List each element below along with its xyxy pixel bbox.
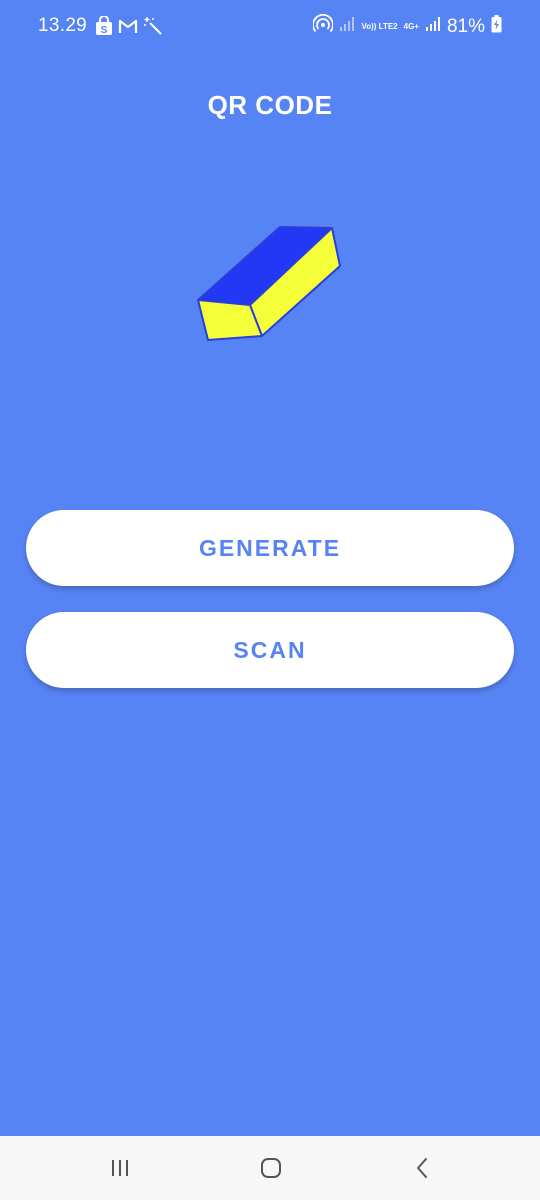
app-logo bbox=[190, 220, 350, 355]
status-bar: 13.29 S Vo)) LTE2 4G+ 81% bbox=[0, 0, 540, 54]
network-type-label: 4G+ bbox=[403, 21, 419, 31]
volte-lte2-label: Vo)) LTE2 bbox=[361, 21, 398, 31]
navigation-bar bbox=[0, 1136, 540, 1200]
status-notification-icons: S bbox=[95, 15, 163, 41]
gmail-icon bbox=[118, 18, 138, 39]
recent-apps-icon[interactable] bbox=[105, 1153, 135, 1183]
hotspot-icon bbox=[312, 13, 335, 39]
page-title: QR CODE bbox=[207, 90, 333, 120]
shopping-bag-icon: S bbox=[95, 15, 113, 41]
home-icon[interactable] bbox=[256, 1153, 286, 1183]
scan-button[interactable]: SCAN bbox=[26, 612, 514, 688]
signal-sim1-icon bbox=[339, 16, 355, 37]
battery-percent: 81% bbox=[446, 15, 485, 37]
back-icon[interactable] bbox=[408, 1153, 438, 1183]
status-system-icons: Vo)) LTE2 4G+ 81% bbox=[312, 13, 502, 39]
status-time: 13.29 bbox=[38, 15, 88, 36]
magic-wand-icon bbox=[143, 16, 163, 41]
svg-text:S: S bbox=[101, 25, 108, 36]
battery-charging-icon bbox=[491, 15, 502, 38]
signal-sim2-icon bbox=[425, 16, 441, 37]
generate-button[interactable]: GENERATE bbox=[26, 510, 514, 586]
